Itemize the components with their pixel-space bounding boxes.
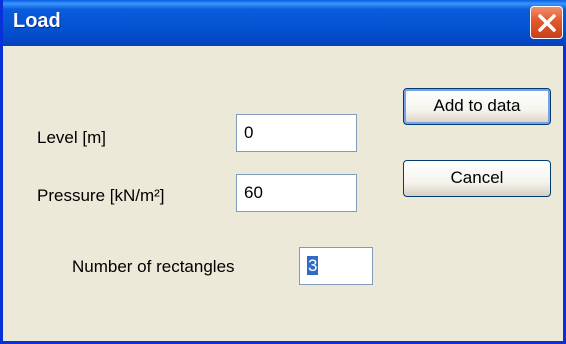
- title-bar[interactable]: Load: [3, 0, 566, 46]
- rectangles-field[interactable]: 3: [299, 247, 373, 285]
- level-label: Level [m]: [37, 128, 106, 147]
- load-dialog: Load Level [m] 0 Pressure [kN/m²] 60 Num…: [0, 0, 566, 344]
- pressure-field[interactable]: 60: [236, 174, 357, 212]
- close-icon: [538, 14, 556, 32]
- cancel-button[interactable]: Cancel: [403, 160, 551, 197]
- add-to-data-button[interactable]: Add to data: [403, 88, 551, 125]
- rectangles-value: 3: [307, 256, 319, 275]
- window-title: Load: [13, 10, 61, 32]
- pressure-label: Pressure [kN/m²]: [37, 186, 165, 205]
- close-button[interactable]: [530, 6, 563, 39]
- rectangles-label: Number of rectangles: [72, 257, 235, 276]
- level-field[interactable]: 0: [236, 114, 357, 152]
